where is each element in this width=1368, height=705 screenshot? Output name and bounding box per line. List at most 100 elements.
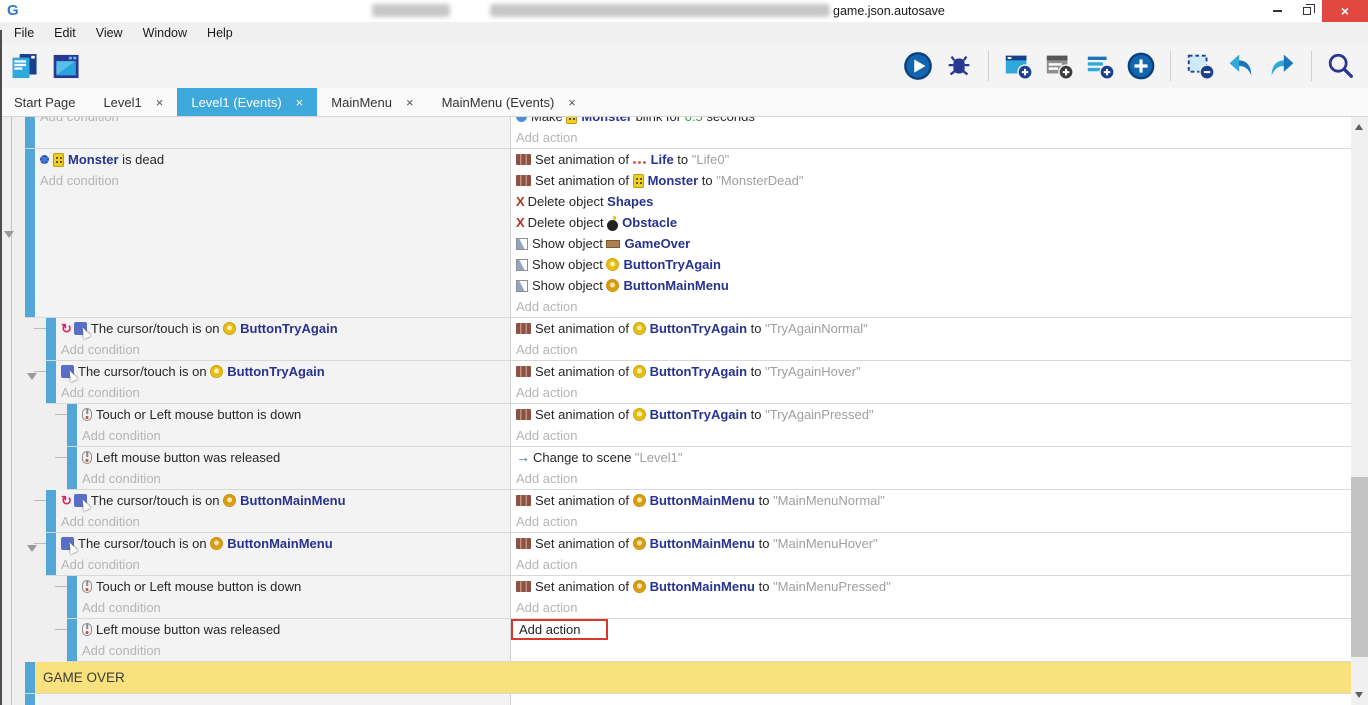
- scrollbar-thumb[interactable]: [1351, 477, 1368, 657]
- event-row: Left mouse button was releasedAdd condit…: [67, 447, 1351, 490]
- event-selection-bar[interactable]: [67, 619, 77, 661]
- action-line[interactable]: Set animation of ButtonMainMenu to "Main…: [511, 576, 1351, 597]
- event-selection-bar[interactable]: [67, 576, 77, 618]
- scene-editor-button[interactable]: [50, 49, 84, 83]
- add-condition-button[interactable]: Add condition: [56, 511, 510, 532]
- add-circle-button[interactable]: [1124, 49, 1158, 83]
- action-line[interactable]: Make Monster blink for 0.5 seconds: [511, 117, 1351, 127]
- set-animation-icon: [516, 175, 531, 186]
- add-condition-button[interactable]: Add condition: [56, 554, 510, 575]
- tab-close-icon[interactable]: ×: [406, 95, 414, 110]
- condition-line[interactable]: The cursor/touch is on ButtonMainMenu: [56, 533, 510, 554]
- tab-mainmenu-events-[interactable]: MainMenu (Events) ×: [428, 88, 590, 116]
- action-line[interactable]: →Change to scene "Level1": [511, 447, 1351, 468]
- menu-help[interactable]: Help: [197, 22, 243, 44]
- menu-edit[interactable]: Edit: [44, 22, 86, 44]
- add-condition-button[interactable]: Add condition: [77, 468, 510, 489]
- fold-arrow-icon[interactable]: [27, 373, 37, 380]
- tab-mainmenu[interactable]: MainMenu×: [317, 88, 427, 116]
- action-line[interactable]: Set animation of ButtonTryAgain to "TryA…: [511, 404, 1351, 425]
- tab-level1-events-[interactable]: Level1 (Events)×: [177, 88, 317, 116]
- event-selection-bar[interactable]: [25, 117, 35, 148]
- redo-button[interactable]: [1265, 49, 1299, 83]
- add-action-button[interactable]: Add action: [511, 511, 1351, 532]
- remove-selection-button[interactable]: [1183, 49, 1217, 83]
- add-action-button[interactable]: Add action: [511, 468, 1351, 489]
- condition-line[interactable]: Monster is dead: [35, 149, 510, 170]
- add-action-button[interactable]: Add action: [511, 554, 1351, 575]
- action-line[interactable]: Set animation of ButtonMainMenu to "Main…: [511, 533, 1351, 554]
- action-line[interactable]: Show object GameOver: [511, 233, 1351, 254]
- play-button[interactable]: [901, 49, 935, 83]
- event-selection-bar[interactable]: [25, 149, 35, 317]
- event-selection-bar[interactable]: [46, 490, 56, 532]
- project-manager-button[interactable]: [8, 49, 42, 83]
- add-subevent-button[interactable]: [1042, 49, 1076, 83]
- fold-arrow-icon[interactable]: [27, 545, 37, 552]
- close-button[interactable]: ×: [1322, 0, 1368, 22]
- action-line[interactable]: Set animation of Monster to "MonsterDead…: [511, 170, 1351, 191]
- add-condition-button[interactable]: Add condition: [56, 339, 510, 360]
- tab-level1[interactable]: Level1×: [89, 88, 177, 116]
- tab-close-icon[interactable]: ×: [156, 95, 164, 110]
- vertical-scrollbar[interactable]: [1351, 117, 1368, 705]
- action-line[interactable]: Set animation of ButtonTryAgain to "TryA…: [511, 318, 1351, 339]
- action-line[interactable]: Set animation of ButtonTryAgain to "TryA…: [511, 361, 1351, 382]
- search-button[interactable]: [1324, 49, 1358, 83]
- event-selection-bar[interactable]: [25, 662, 35, 693]
- action-line[interactable]: Set animation of Life to "Life0": [511, 149, 1351, 170]
- undo-button[interactable]: [1224, 49, 1258, 83]
- scroll-up-icon[interactable]: [1355, 124, 1363, 130]
- tab-close-icon[interactable]: ×: [296, 95, 304, 110]
- condition-line[interactable]: ↻The cursor/touch is on ButtonMainMenu: [56, 490, 510, 511]
- fold-arrow-icon[interactable]: [4, 231, 14, 238]
- event-selection-bar[interactable]: [46, 533, 56, 575]
- tab-close-icon[interactable]: ×: [568, 95, 576, 110]
- add-action-button[interactable]: Add action: [511, 296, 1351, 317]
- add-action-button[interactable]: Add action: [511, 339, 1351, 360]
- set-animation-icon: [516, 154, 531, 165]
- minimize-button[interactable]: [1262, 0, 1292, 22]
- comment-text[interactable]: GAME OVER: [35, 662, 1351, 693]
- add-action-button[interactable]: Add action: [511, 127, 1351, 148]
- menu-view[interactable]: View: [86, 22, 133, 44]
- action-line[interactable]: Show object ButtonMainMenu: [511, 275, 1351, 296]
- condition-line[interactable]: Left mouse button was released: [77, 447, 510, 468]
- debug-button[interactable]: [942, 49, 976, 83]
- menu-file[interactable]: File: [4, 22, 44, 44]
- action-line[interactable]: XDelete object Shapes: [511, 191, 1351, 212]
- mouse-icon: [82, 408, 92, 421]
- event-selection-bar[interactable]: [25, 694, 35, 705]
- condition-line[interactable]: ↻The cursor/touch is on ButtonTryAgain: [56, 318, 510, 339]
- add-condition-button[interactable]: Add condition: [35, 117, 510, 127]
- add-action-button[interactable]: Add action: [511, 597, 1351, 618]
- restore-button[interactable]: [1292, 0, 1322, 22]
- menu-window[interactable]: Window: [133, 22, 197, 44]
- event-selection-bar[interactable]: [46, 318, 56, 360]
- monster-object-icon: [53, 153, 64, 167]
- add-action-button-highlighted[interactable]: Add action: [511, 619, 1351, 640]
- condition-line[interactable]: Touch or Left mouse button is down: [77, 576, 510, 597]
- action-line[interactable]: XDelete object Obstacle: [511, 212, 1351, 233]
- action-line[interactable]: Show object ButtonTryAgain: [511, 254, 1351, 275]
- condition-line[interactable]: Left mouse button was released: [77, 619, 510, 640]
- condition-line[interactable]: Touch or Left mouse button is down: [77, 404, 510, 425]
- scroll-down-icon[interactable]: [1355, 692, 1363, 698]
- tab-start-page[interactable]: Start Page: [0, 88, 89, 116]
- event-selection-bar[interactable]: [46, 361, 56, 403]
- tab-label: MainMenu (Events): [442, 95, 555, 110]
- add-condition-button[interactable]: Add condition: [56, 382, 510, 403]
- add-comment-button[interactable]: [1083, 49, 1117, 83]
- add-condition-button[interactable]: Add condition: [77, 597, 510, 618]
- window-left-edge: [0, 30, 2, 705]
- add-condition-button[interactable]: Add condition: [35, 170, 510, 191]
- event-selection-bar[interactable]: [67, 404, 77, 446]
- add-condition-button[interactable]: Add condition: [77, 640, 510, 661]
- action-line[interactable]: Set animation of ButtonMainMenu to "Main…: [511, 490, 1351, 511]
- add-action-button[interactable]: Add action: [511, 425, 1351, 446]
- add-condition-button[interactable]: Add condition: [77, 425, 510, 446]
- condition-line[interactable]: The cursor/touch is on ButtonTryAgain: [56, 361, 510, 382]
- add-event-button[interactable]: [1001, 49, 1035, 83]
- add-action-button[interactable]: Add action: [511, 382, 1351, 403]
- event-selection-bar[interactable]: [67, 447, 77, 489]
